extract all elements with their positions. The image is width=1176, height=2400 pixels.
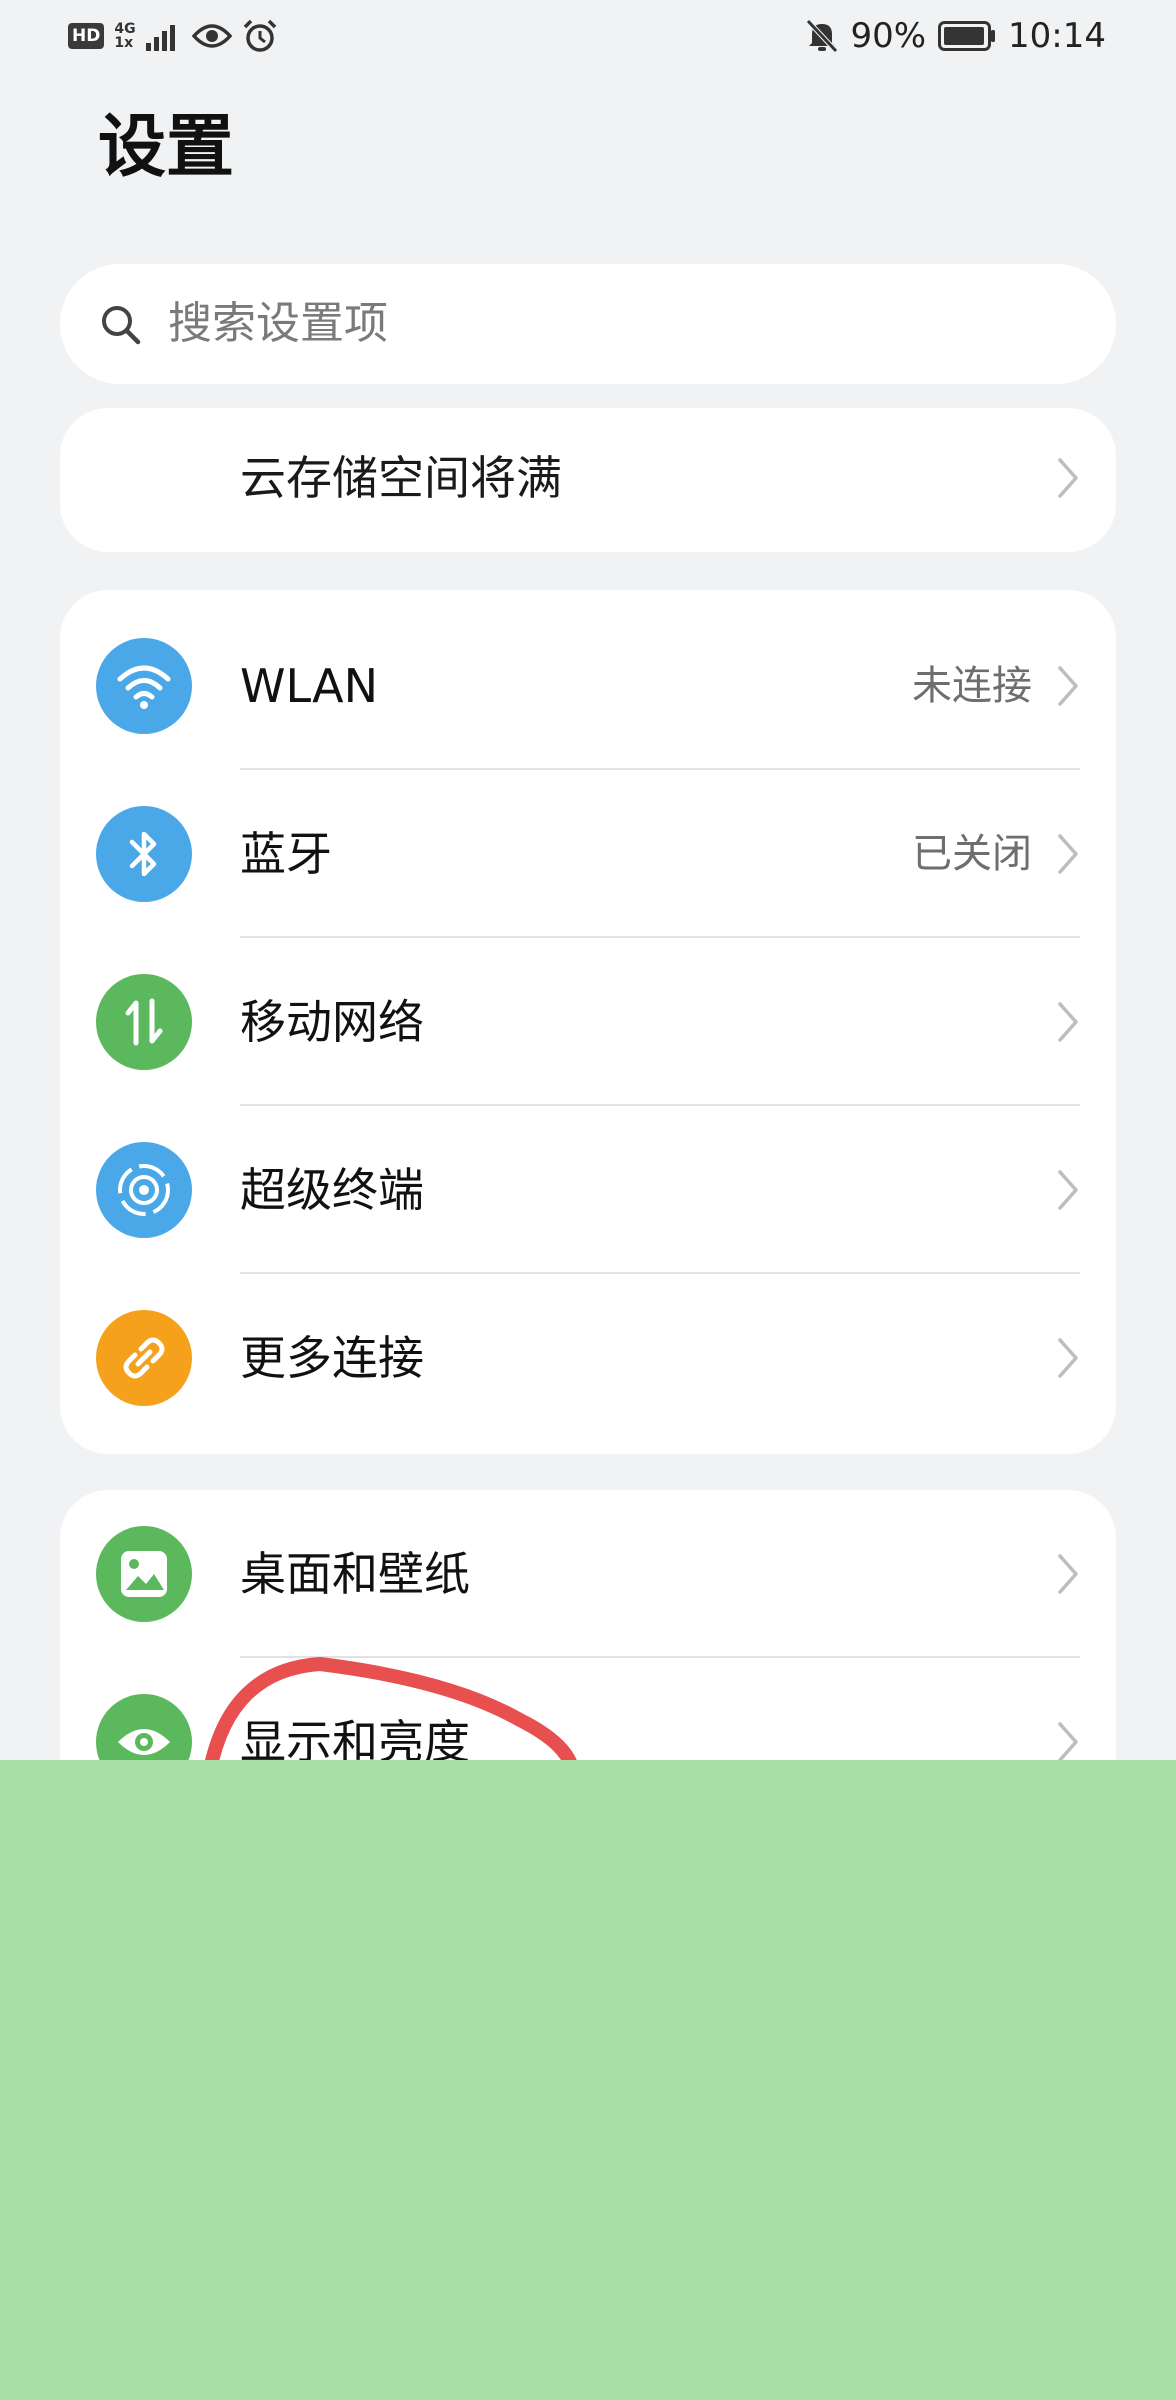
network-type: 4G 1x [114,22,135,50]
wlan-label: WLAN [240,659,379,713]
overlay-block [0,1760,1176,2400]
status-left: HD 4G 1x [68,18,278,54]
status-right: 90% 10:14 [806,14,1106,58]
chevron-right-icon [1058,834,1078,874]
battery-percent: 90% [850,16,927,56]
chevron-right-icon [1058,1554,1078,1594]
search-input[interactable]: 搜索设置项 [60,264,1116,384]
settings-item-wlan[interactable]: WLAN 未连接 [60,602,1116,770]
page-title: 设置 [98,108,235,187]
chevron-right-icon [1058,1338,1078,1378]
settings-item-bluetooth[interactable]: 蓝牙 已关闭 [60,770,1116,938]
more-connections-label: 更多连接 [240,1331,424,1385]
clock: 10:14 [1008,16,1106,56]
mobile-network-label: 移动网络 [240,995,424,1049]
status-bar: HD 4G 1x 90% 10:14 [0,0,1176,72]
settings-item-wallpaper[interactable]: 桌面和壁纸 [60,1490,1116,1658]
cloud-storage-label: 云存储空间将满 [240,451,562,505]
super-device-label: 超级终端 [240,1163,424,1217]
search-icon [102,306,141,345]
wallpaper-icon [96,1526,192,1622]
alarm-icon [243,19,276,52]
wlan-status: 未连接 [912,663,1032,709]
bluetooth-status: 已关闭 [912,831,1032,877]
chevron-right-icon [1058,1170,1078,1210]
bluetooth-label: 蓝牙 [240,827,332,881]
hd-icon: HD [68,23,105,49]
settings-item-more-connections[interactable]: 更多连接 [60,1274,1116,1442]
network-type-label: 4G [114,21,136,37]
mobile-data-icon [96,974,192,1070]
signal-icon [145,25,175,51]
cloud-storage-card[interactable]: 云存储空间将满 [60,408,1116,552]
settings-item-mobile-network[interactable]: 移动网络 [60,938,1116,1106]
super-device-icon [96,1142,192,1238]
search-placeholder: 搜索设置项 [168,298,388,349]
chevron-right-icon [1058,458,1078,498]
settings-item-super-device[interactable]: 超级终端 [60,1106,1116,1274]
chevron-right-icon [1058,1002,1078,1042]
chevron-right-icon [1058,1722,1078,1762]
link-icon [96,1310,192,1406]
network-sub-label: 1x [114,35,134,51]
chevron-right-icon [1058,666,1078,706]
wallpaper-label: 桌面和壁纸 [240,1547,470,1601]
eye-icon [191,24,232,48]
wifi-icon [96,638,192,734]
connectivity-card: WLAN 未连接 蓝牙 已关闭 移动网络 超级终端 更多连接 [60,590,1116,1454]
bluetooth-icon [96,806,192,902]
battery-icon [938,21,996,51]
mute-icon [806,19,839,53]
